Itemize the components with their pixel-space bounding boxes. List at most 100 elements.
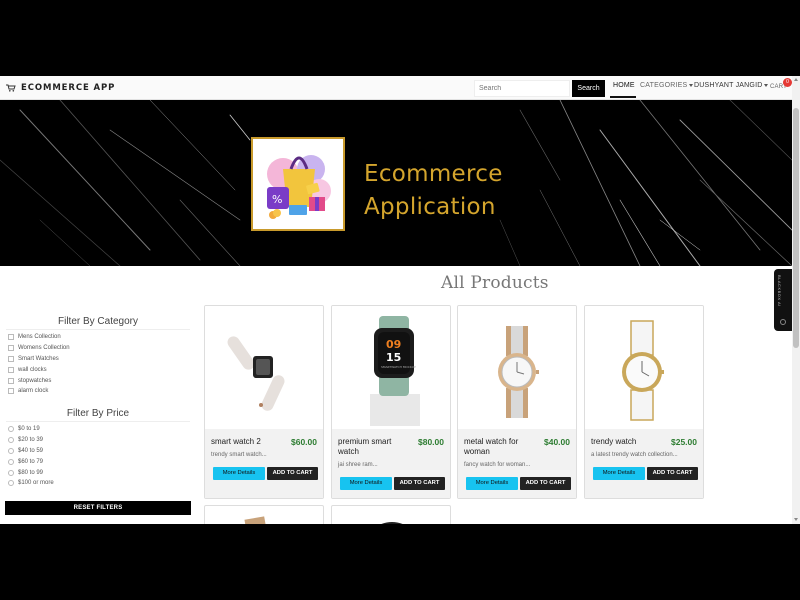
product-image[interactable]: [205, 306, 323, 429]
product-description: jai shree ram...: [338, 462, 378, 468]
more-details-button[interactable]: More Details: [213, 467, 265, 480]
price-filter-list: $0 to 19 $20 to 39 $40 to 59 $60 to 79 $…: [8, 424, 54, 489]
category-checkbox[interactable]: [8, 366, 14, 373]
category-filter-item[interactable]: Womens Collection: [8, 343, 70, 354]
nav-home[interactable]: HOME: [613, 82, 635, 89]
category-filter-item[interactable]: alarm clock: [8, 386, 70, 397]
price-filter-item[interactable]: $0 to 19: [8, 424, 54, 435]
nav-user-menu[interactable]: DUSHYANT JANGID: [694, 82, 769, 89]
product-description: a latest trendy watch collection...: [591, 452, 678, 458]
side-widget-label: BLACKBOX AI: [777, 275, 782, 307]
product-description: trendy smart watch...: [211, 452, 267, 458]
shopping-bag-illustration: %: [267, 155, 331, 219]
price-filter-item[interactable]: $20 to 39: [8, 435, 54, 446]
page-scrollbar[interactable]: [792, 76, 800, 524]
price-label: $80 to 99: [18, 469, 44, 476]
category-checkbox[interactable]: [8, 334, 14, 341]
product-card-partial: [204, 505, 324, 524]
search-button[interactable]: Search: [572, 80, 605, 97]
more-details-button[interactable]: More Details: [593, 467, 645, 480]
product-name: trendy watch: [591, 437, 637, 446]
banner-logo: %: [251, 137, 345, 231]
price-filter-item[interactable]: $60 to 79: [8, 456, 54, 467]
product-image[interactable]: 09 15 SMARTWATCH MOCKUP: [332, 306, 450, 429]
price-label: $20 to 39: [18, 437, 44, 444]
scroll-thumb[interactable]: [793, 108, 799, 348]
hero-banner: % Ecommerce Application: [0, 100, 792, 266]
product-image-partial: [244, 516, 266, 524]
cart-icon: [6, 84, 16, 92]
trendy-watch-image: [622, 320, 664, 421]
price-radio[interactable]: [8, 469, 14, 476]
banner-title-line2: Application: [364, 194, 496, 220]
price-radio[interactable]: [8, 447, 14, 454]
add-to-cart-button[interactable]: ADD TO CART: [394, 477, 445, 490]
more-details-button[interactable]: More Details: [466, 477, 518, 490]
price-filter-item[interactable]: $100 or more: [8, 478, 54, 489]
product-card-body: trendy watch $25.00 a latest trendy watc…: [585, 429, 703, 498]
category-checkbox[interactable]: [8, 345, 14, 352]
category-label: wall clocks: [18, 366, 47, 373]
product-card-body: metal watch for woman $40.00 fancy watch…: [458, 429, 576, 498]
price-radio[interactable]: [8, 426, 14, 433]
category-filter-item[interactable]: Mens Collection: [8, 332, 70, 343]
filter-category-title: Filter By Category: [6, 316, 190, 330]
price-filter-item[interactable]: $80 to 99: [8, 467, 54, 478]
product-price: $60.00: [291, 437, 317, 447]
price-radio[interactable]: [8, 437, 14, 444]
category-label: alarm clock: [18, 388, 49, 395]
category-checkbox[interactable]: [8, 377, 14, 384]
watch-face-hours: 09: [386, 338, 401, 351]
price-label: $60 to 79: [18, 458, 44, 465]
price-radio[interactable]: [8, 480, 14, 487]
price-label: $40 to 59: [18, 447, 44, 454]
scroll-up-arrow-icon[interactable]: [794, 78, 798, 81]
reset-filters-button[interactable]: RESET FILTERS: [5, 501, 191, 515]
brand[interactable]: ECOMMERCE APP: [6, 83, 115, 93]
price-filter-item[interactable]: $40 to 59: [8, 446, 54, 457]
scroll-down-arrow-icon[interactable]: [794, 518, 798, 521]
chevron-down-icon: [764, 83, 769, 87]
price-label: $0 to 19: [18, 426, 40, 433]
category-filter-item[interactable]: wall clocks: [8, 364, 70, 375]
metal-watch-image: [498, 326, 539, 418]
add-to-cart-button[interactable]: ADD TO CART: [520, 477, 571, 490]
cart-count-badge: 0: [783, 78, 792, 87]
price-radio[interactable]: [8, 458, 14, 465]
smart-watch-image: [227, 336, 285, 411]
product-price: $80.00: [418, 437, 444, 447]
product-name: metal watch for woman: [464, 437, 519, 456]
category-label: Mens Collection: [18, 334, 61, 341]
products-section-title: All Products: [441, 273, 549, 293]
more-details-button[interactable]: More Details: [340, 477, 392, 490]
product-image[interactable]: [458, 306, 576, 429]
product-price: $40.00: [544, 437, 570, 447]
category-checkbox[interactable]: [8, 388, 14, 395]
product-card-body: premium smart watch $80.00 jai shree ram…: [332, 429, 450, 498]
product-name: premium smart watch: [338, 437, 392, 456]
product-card: trendy watch $25.00 a latest trendy watc…: [584, 305, 704, 499]
add-to-cart-button[interactable]: ADD TO CART: [647, 467, 698, 480]
banner-title-line1: Ecommerce: [364, 161, 503, 187]
side-extension-widget[interactable]: BLACKBOX AI: [774, 269, 792, 331]
product-image[interactable]: [585, 306, 703, 429]
category-filter-item[interactable]: stopwatches: [8, 375, 70, 386]
percent-icon: %: [272, 193, 282, 206]
widget-icon: [780, 319, 786, 325]
category-label: stopwatches: [18, 377, 52, 384]
navbar: ECOMMERCE APP Search HOME CATEGORIES DUS…: [0, 76, 792, 100]
category-label: Smart Watches: [18, 355, 59, 362]
category-checkbox[interactable]: [8, 355, 14, 362]
product-image-partial: [381, 522, 403, 524]
filter-price-title: Filter By Price: [6, 408, 190, 422]
product-card: 09 15 SMARTWATCH MOCKUP premium smart wa…: [331, 305, 451, 499]
premium-smart-watch-image: 09 15 SMARTWATCH MOCKUP: [370, 316, 420, 426]
nav-categories[interactable]: CATEGORIES: [640, 82, 694, 89]
category-filter-list: Mens Collection Womens Collection Smart …: [8, 332, 70, 397]
search-input[interactable]: [474, 80, 570, 97]
category-filter-item[interactable]: Smart Watches: [8, 354, 70, 365]
add-to-cart-button[interactable]: ADD TO CART: [267, 467, 318, 480]
product-card-partial: [331, 505, 451, 524]
nav-home-underline: [610, 96, 636, 98]
product-card: smart watch 2 $60.00 trendy smart watch.…: [204, 305, 324, 499]
